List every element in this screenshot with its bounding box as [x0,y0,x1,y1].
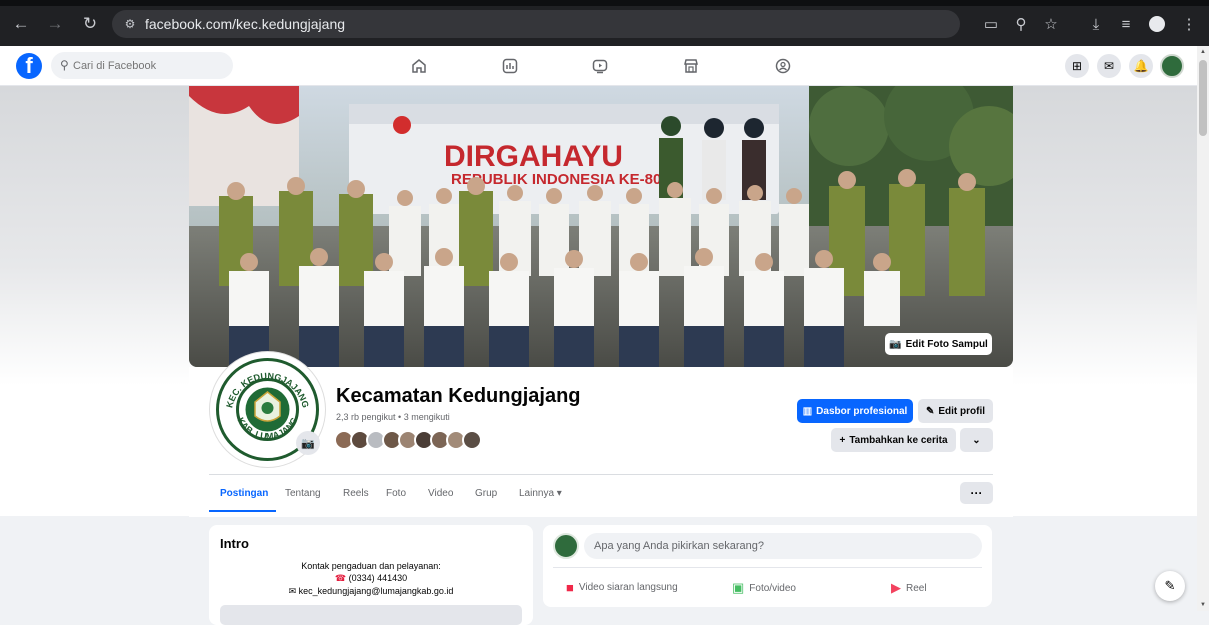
scroll-up-icon[interactable]: ▲ [1200,49,1206,55]
forward-button[interactable]: → [42,11,68,37]
intro-card: Intro Kontak pengaduan dan pelayanan: ☎ … [209,525,533,625]
profile-icon[interactable] [1144,11,1170,37]
tab-foto[interactable]: Foto [386,488,406,499]
live-video-icon: ■ [566,580,574,595]
tab-postingan[interactable]: Postingan [220,488,268,499]
cast-icon[interactable]: ▭ [978,11,1004,37]
photo-video-button[interactable]: ▣ Foto/video [732,580,796,596]
edit-cover-label: Edit Foto Sampul [905,338,988,350]
edit-profile-label: Edit profil [938,405,986,417]
edit-profile-button[interactable]: ✎ Edit profil [918,399,993,423]
tab-strip [0,0,1209,6]
reel-label: Reel [906,582,927,594]
bookmark-star-icon[interactable]: ☆ [1038,11,1064,37]
camera-icon: 📷 [889,338,902,350]
tab-tentang[interactable]: Tentang [285,488,321,499]
intro-email-text[interactable]: kec_kedungjajang@lumajangkab.go.id [299,586,454,596]
professional-dashboard-button[interactable]: ▥ Dasbor profesional [797,399,913,423]
mail-icon: ✉ [288,586,297,596]
intro-contact-line: Kontak pengaduan dan pelayanan: [301,561,441,571]
more-options-chevron-button[interactable]: ⌄ [960,428,993,452]
groups-icon[interactable] [771,54,795,78]
reel-button[interactable]: ▶ Reel [891,580,927,596]
menu-grid-icon[interactable]: ⊞ [1065,54,1089,78]
search-icon: ⚲ [60,58,69,72]
zoom-icon[interactable]: ⚲ [1008,11,1034,37]
download-icon[interactable]: ⤓ [1083,11,1109,37]
tab-lainnya[interactable]: Lainnya ▾ [519,488,562,499]
browser-toolbar: ← → ↻ ⚙ facebook.com/kec.kedungjajang ▭ … [0,0,1209,46]
address-bar[interactable]: ⚙ facebook.com/kec.kedungjajang [112,10,960,38]
scrollbar-thumb[interactable] [1199,60,1207,136]
marketplace-icon[interactable] [679,54,703,78]
add-to-story-button[interactable]: + Tambahkan ke cerita [831,428,956,452]
facebook-search[interactable]: ⚲ [51,52,233,79]
tab-grup[interactable]: Grup [475,488,497,499]
follower-stats[interactable]: 2,3 rb pengikut • 3 mengikuti [336,412,450,422]
tab-reels[interactable]: Reels [343,488,369,499]
live-video-button[interactable]: ■ Video siaran langsung [566,580,678,595]
more-actions-button[interactable]: ··· [960,482,993,504]
edit-cover-button[interactable]: 📷 Edit Foto Sampul [885,333,992,355]
tab-video[interactable]: Video [428,488,453,499]
reel-icon: ▶ [891,580,901,595]
facebook-header: f ⚲ ⊞ ✉ 🔔 [0,46,1197,86]
active-tab-indicator [209,510,276,512]
live-video-label: Video siaran langsung [578,582,678,593]
composer-input[interactable]: Apa yang Anda pikirkan sekarang? [584,533,982,559]
more-menu-icon[interactable]: ⋮ [1176,11,1202,37]
dashboard-icon[interactable] [498,54,522,78]
page-scrollbar[interactable]: ▲ ▼ [1197,46,1209,611]
intro-email: ✉ kec_kedungjajang@lumajangkab.go.id [209,586,533,597]
dashboard-chart-icon: ▥ [802,405,813,417]
page-title: Kecamatan Kedungjajang [336,385,581,407]
scroll-down-icon[interactable]: ▼ [1200,602,1206,608]
avatar-camera-icon[interactable]: 📷 [296,431,320,455]
account-avatar[interactable] [1160,54,1184,78]
new-message-icon[interactable]: ✎ [1155,571,1185,601]
phone-icon: ☎ [334,573,347,583]
photo-icon: ▣ [732,580,745,595]
post-composer: Apa yang Anda pikirkan sekarang? ■ Video… [543,525,992,607]
photo-video-label: Foto/video [749,582,796,594]
cover-photo[interactable]: DIRGAHAYU REPUBLIK INDONESIA KE-80 [189,86,1013,367]
intro-edit-bar[interactable] [220,605,522,625]
intro-phone: ☎ (0334) 441430 [209,573,533,584]
composer-divider [553,567,982,568]
intro-title: Intro [220,536,249,551]
plus-icon: + [839,434,846,446]
search-input[interactable] [73,56,223,75]
reload-button[interactable]: ↻ [77,11,103,37]
banner-title: DIRGAHAYU [444,140,623,173]
profile-divider [209,474,993,475]
pencil-icon: ✎ [925,405,935,417]
back-button[interactable]: ← [8,11,34,37]
dashboard-button-label: Dasbor profesional [816,405,908,417]
home-icon[interactable] [407,54,431,78]
intro-phone-text: (0334) 441430 [348,573,408,583]
url-text: facebook.com/kec.kedungjajang [145,16,346,32]
facebook-logo-icon[interactable]: f [16,53,42,79]
add-story-label: Tambahkan ke cerita [849,434,948,446]
composer-avatar[interactable] [553,533,579,559]
messenger-icon[interactable]: ✉ [1097,54,1121,78]
chevron-down-icon: ⌄ [972,434,981,446]
video-icon[interactable] [588,54,612,78]
follower-avatar[interactable] [462,430,482,450]
reading-list-icon[interactable]: ≡ [1113,11,1139,37]
site-settings-icon[interactable]: ⚙ [120,14,140,34]
notifications-icon[interactable]: 🔔 [1129,54,1153,78]
